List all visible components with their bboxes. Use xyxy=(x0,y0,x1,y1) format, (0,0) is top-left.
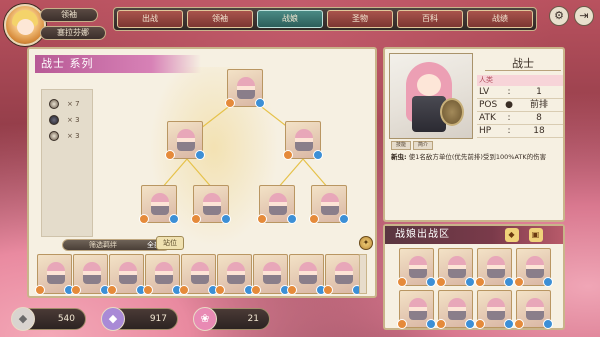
tab-relics[interactable]: 圣物 xyxy=(327,10,393,28)
roster-card[interactable] xyxy=(287,254,326,295)
stand-button[interactable]: 站位 xyxy=(156,236,184,250)
player-name: 塞拉芬娜 xyxy=(40,26,106,40)
tab-records[interactable]: 战绩 xyxy=(467,10,533,28)
sort-icon[interactable]: ✦ xyxy=(359,236,373,250)
tab-skill[interactable]: 技能 xyxy=(391,141,411,150)
unit-portrait xyxy=(389,53,473,139)
detail-tabs: 技能 简介 xyxy=(391,141,433,150)
pink-gem-icon: ❀ xyxy=(193,307,217,331)
team-title-bar: 战娘出战区 ◆ ▣ xyxy=(385,226,563,244)
stat-row: LV:1 xyxy=(477,86,563,99)
treasure-icon[interactable]: ▣ xyxy=(529,228,543,242)
team-deploy-panel: 战娘出战区 ◆ ▣ xyxy=(383,224,565,330)
lock-icon[interactable]: ◆ xyxy=(505,228,519,242)
roster-card[interactable] xyxy=(143,254,182,295)
stat-row: ATK:8 xyxy=(477,112,563,125)
crystal-icon: ◆ xyxy=(11,307,35,331)
team-slot[interactable] xyxy=(475,290,514,329)
roster-strip xyxy=(35,254,362,295)
unit-race: 人类 xyxy=(477,75,563,86)
class-tree-panel: 战士 系列 × 7 × 3 × 3 筛选羁绊 全部 站位 ✦ xyxy=(27,47,377,298)
currency-crystal: ◆ 540 xyxy=(11,307,86,331)
currency-pink-gem: ❀ 21 xyxy=(193,307,270,331)
player-avatar[interactable] xyxy=(4,4,46,46)
team-slot[interactable] xyxy=(514,248,553,287)
player-title: 领袖 xyxy=(40,8,98,22)
unit-name: 战士 xyxy=(485,55,561,71)
tree-card-tier3-4[interactable] xyxy=(309,185,349,224)
tab-leader[interactable]: 领袖 xyxy=(187,10,253,28)
currency-amethyst: ◆ 917 xyxy=(101,307,178,331)
tab-battle[interactable]: 出战 xyxy=(117,10,183,28)
roster-card[interactable] xyxy=(71,254,110,295)
tree-card-tier3-2[interactable] xyxy=(191,185,231,224)
roster-card[interactable] xyxy=(107,254,146,295)
filter-placeholder: 筛选羁绊 xyxy=(89,241,117,249)
tree-card-tier2-right[interactable] xyxy=(283,121,323,160)
roster-card[interactable] xyxy=(251,254,290,295)
tree-card-tier2-left[interactable] xyxy=(165,121,205,160)
main-nav: 出战 领袖 战娘 圣物 百科 战绩 xyxy=(113,7,537,31)
roster-card[interactable] xyxy=(179,254,218,295)
team-slot[interactable] xyxy=(397,290,436,329)
stat-row: POS ● 前排 xyxy=(477,99,563,112)
amethyst-icon: ◆ xyxy=(101,307,125,331)
gear-icon[interactable]: ⚙ xyxy=(549,6,569,26)
tree-card-tier3-3[interactable] xyxy=(257,185,297,224)
exit-icon[interactable]: ⇥ xyxy=(574,6,594,26)
tree-card-warrior[interactable] xyxy=(225,69,265,108)
tab-intro[interactable]: 简介 xyxy=(413,141,433,150)
skill-description: 新虫: 使1名敌方单位(优先前排)受到100%ATK的伤害 xyxy=(391,153,547,161)
team-slot[interactable] xyxy=(397,248,436,287)
stat-row: HP:18 xyxy=(477,125,563,138)
team-slot[interactable] xyxy=(436,248,475,287)
team-grid xyxy=(397,248,553,329)
unit-stats: 人类 LV:1 POS ● 前排 ATK:8 HP:18 xyxy=(477,75,563,138)
roster-card[interactable] xyxy=(215,254,254,295)
tree-card-tier3-1[interactable] xyxy=(139,185,179,224)
tab-warmaidens[interactable]: 战娘 xyxy=(257,10,323,28)
tab-encyclopedia[interactable]: 百科 xyxy=(397,10,463,28)
roster-card[interactable] xyxy=(35,254,74,295)
unit-detail-panel: 战士 人类 LV:1 POS ● 前排 ATK:8 HP:18 技能 简介 新虫: … xyxy=(383,47,565,222)
team-title: 战娘出战区 xyxy=(395,229,450,240)
team-slot[interactable] xyxy=(514,290,553,329)
bond-filter[interactable]: 筛选羁绊 全部 xyxy=(62,239,170,251)
team-slot[interactable] xyxy=(436,290,475,329)
roster-scrollbar[interactable] xyxy=(359,254,367,294)
roster-card[interactable] xyxy=(323,254,362,295)
team-slot[interactable] xyxy=(475,248,514,287)
